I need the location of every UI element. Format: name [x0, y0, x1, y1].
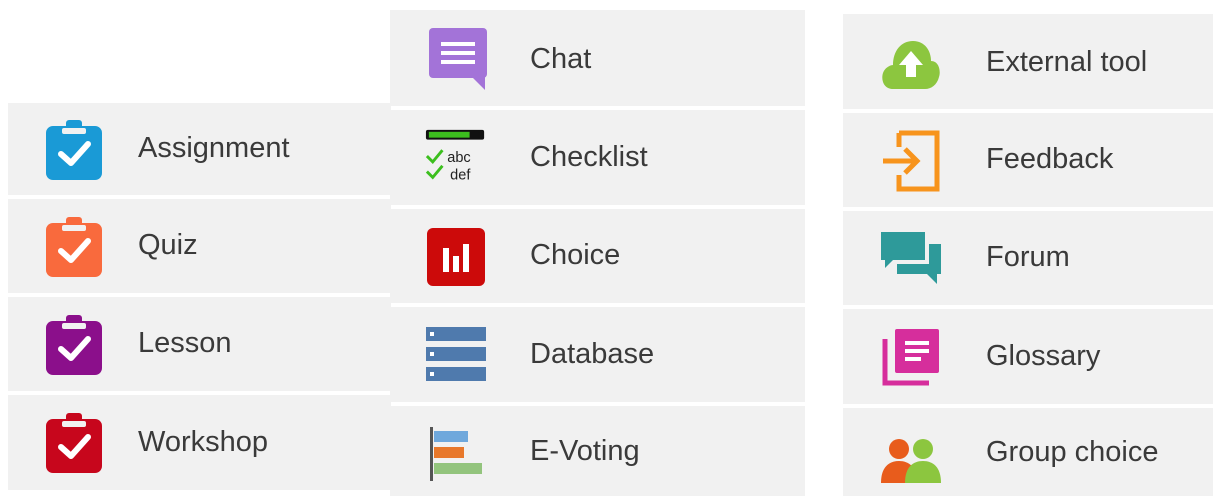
activity-label: External tool: [986, 46, 1148, 78]
assignment-icon: [42, 119, 106, 183]
forum-icon: [879, 227, 943, 291]
lesson-icon: [42, 314, 106, 378]
activity-choice[interactable]: Choice: [390, 209, 805, 303]
activity-label: E-Voting: [530, 435, 640, 467]
activity-label: Chat: [530, 43, 592, 75]
activity-label: Checklist: [530, 141, 648, 173]
activity-chat[interactable]: Chat: [390, 10, 805, 106]
activity-label: Lesson: [138, 327, 232, 359]
checklist-icon-text: def: [450, 167, 471, 183]
activity-label: Feedback: [986, 143, 1114, 175]
activity-label: Choice: [530, 239, 621, 271]
activity-database[interactable]: Database: [390, 307, 805, 402]
activity-label: Glossary: [986, 340, 1101, 372]
activity-label: Quiz: [138, 229, 198, 261]
chat-icon: [426, 26, 490, 90]
activity-label: Database: [530, 338, 655, 370]
glossary-icon: [879, 325, 943, 389]
database-icon: [424, 324, 488, 388]
activity-label: Workshop: [138, 426, 269, 458]
activity-workshop[interactable]: Workshop: [8, 395, 391, 490]
group-choice-icon: [879, 422, 943, 486]
activity-group-choice[interactable]: Group choice: [843, 408, 1213, 496]
activity-label: Forum: [986, 241, 1070, 273]
choice-icon: [424, 225, 488, 289]
activity-glossary[interactable]: Glossary: [843, 309, 1213, 404]
activity-label: Group choice: [986, 436, 1159, 468]
external-tool-icon: [879, 30, 943, 94]
feedback-icon: [879, 129, 943, 193]
evoting-icon: [424, 421, 488, 485]
activity-evoting[interactable]: E-Voting: [390, 406, 805, 496]
activity-checklist[interactable]: abc def Checklist: [390, 110, 805, 205]
activity-external-tool[interactable]: External tool: [843, 14, 1213, 109]
activity-feedback[interactable]: Feedback: [843, 113, 1213, 207]
activity-quiz[interactable]: Quiz: [8, 199, 391, 293]
activity-forum[interactable]: Forum: [843, 211, 1213, 305]
checklist-icon-text: abc: [447, 150, 470, 166]
checklist-icon: abc def: [424, 126, 488, 190]
activity-label: Assignment: [138, 132, 290, 164]
workshop-icon: [42, 412, 106, 476]
activity-lesson[interactable]: Lesson: [8, 297, 391, 391]
activity-assignment[interactable]: Assignment: [8, 103, 391, 195]
quiz-icon: [42, 216, 106, 280]
